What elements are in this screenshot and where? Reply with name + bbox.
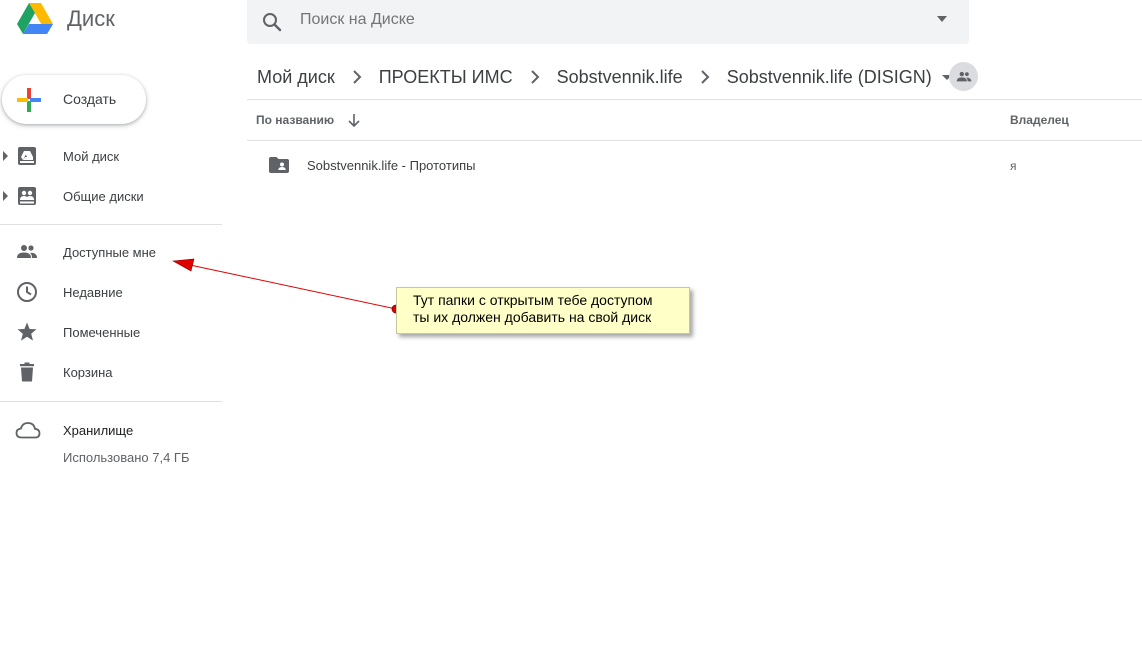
shared-with-me-icon (17, 245, 37, 258)
annotation-callout: Тут папки с открытым тебе доступом ты их… (396, 287, 690, 334)
drive-logo-icon (17, 3, 53, 34)
file-name[interactable]: Sobstvennik.life - Прототипы (307, 158, 475, 173)
chevron-right-icon (700, 70, 710, 84)
sidebar-item-my-drive[interactable]: Мой диск (0, 136, 222, 176)
create-button[interactable]: Создать (2, 75, 146, 124)
search-bar[interactable] (247, 0, 969, 44)
search-options-dropdown-icon[interactable] (937, 16, 947, 22)
plus-icon (17, 88, 41, 112)
storage-usage-text: Использовано 7,4 ГБ (63, 450, 190, 465)
trash-icon (20, 362, 34, 382)
sidebar-item-recent[interactable]: Недавние (0, 272, 222, 312)
file-row[interactable]: Sobstvennik.life - Прототипы я (247, 142, 1142, 188)
chevron-right-icon (352, 70, 362, 84)
star-icon (17, 322, 37, 341)
people-icon (956, 71, 971, 81)
file-owner: я (1010, 159, 1017, 173)
sort-by-name-header[interactable]: По названию (256, 113, 334, 127)
shared-drives-icon (18, 187, 36, 205)
breadcrumb-item[interactable]: ПРОЕКТЫ ИМС (379, 67, 513, 88)
expand-caret-icon[interactable] (3, 191, 8, 201)
clock-icon (17, 282, 37, 302)
chevron-right-icon (530, 70, 540, 84)
arrow-down-icon[interactable] (345, 111, 363, 129)
expand-caret-icon[interactable] (3, 151, 8, 161)
annotation-line: ты их должен добавить на свой диск (413, 309, 652, 325)
storage-title[interactable]: Хранилище (63, 423, 133, 438)
sidebar-item-label: Общие диски (63, 188, 144, 204)
search-input[interactable] (300, 11, 900, 29)
cloud-icon (15, 422, 41, 439)
annotation-line: Тут папки с открытым тебе доступом (413, 292, 653, 308)
owner-column-header[interactable]: Владелец (1010, 113, 1069, 127)
sidebar-item-starred[interactable]: Помеченные (0, 312, 222, 352)
sidebar-item-label: Корзина (63, 364, 113, 380)
sidebar-divider (0, 401, 222, 402)
sidebar-item-label: Доступные мне (63, 244, 157, 260)
breadcrumb: Мой диск ПРОЕКТЫ ИМС Sobstvennik.life So… (257, 64, 952, 90)
sidebar-item-label: Недавние (63, 284, 123, 300)
sidebar-item-label: Мой диск (63, 148, 120, 164)
breadcrumb-current-folder[interactable]: Sobstvennik.life (DISIGN) (727, 67, 932, 88)
breadcrumb-item[interactable]: Мой диск (257, 67, 335, 88)
breadcrumb-item[interactable]: Sobstvennik.life (557, 67, 683, 88)
drive-app: Диск Создать Мой диск (0, 0, 1142, 662)
sidebar-item-label: Помеченные (63, 324, 141, 340)
my-drive-icon (18, 147, 36, 165)
file-list-header: По названию Владелец (247, 99, 1142, 141)
drive-logo[interactable]: Диск (16, 2, 115, 36)
sidebar-item-shared-drives[interactable]: Общие диски (0, 176, 222, 216)
sidebar-item-shared-with-me[interactable]: Доступные мне (0, 232, 222, 272)
shared-folder-icon (269, 157, 289, 173)
shared-folder-people-button[interactable] (949, 62, 978, 91)
app-title: Диск (67, 6, 115, 31)
create-label: Создать (63, 91, 117, 107)
search-icon[interactable] (260, 10, 284, 34)
sidebar-item-trash[interactable]: Корзина (0, 352, 222, 392)
sidebar-divider (0, 224, 222, 225)
